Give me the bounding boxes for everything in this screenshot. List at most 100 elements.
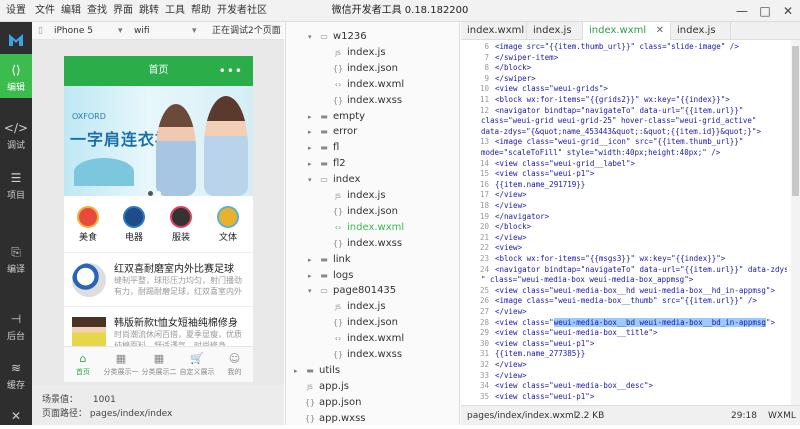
code-line[interactable]: {{item.name_277385}} [495,349,787,358]
code-line[interactable]: {{item.name_291719}} [495,180,787,189]
menu-interface[interactable]: 界面 [113,0,133,22]
path-label: 页面路径： [42,409,88,419]
code-line[interactable]: data-zdys="{&quot;name_453443&quot;:&quo… [481,127,773,136]
menu-find[interactable]: 查找 [87,0,107,22]
code-line[interactable]: <image class="weui-media-box__thumb" src… [495,296,787,305]
code-line[interactable]: <view class="weui-p1"> [495,169,787,178]
code-line[interactable]: </view> [495,201,787,210]
sidebar-item-debug[interactable]: </> 调试 [0,112,32,156]
code-line[interactable]: </block> [495,222,787,231]
code-line[interactable]: <image class="weui-grid__icon" src="{{it… [495,137,787,146]
close-window-button[interactable]: ✕ [777,0,799,22]
line-number: 28 [479,317,489,327]
code-line[interactable]: <view class="weui-media-box__bd weui-med… [495,317,787,327]
menu-settings[interactable]: 设置 [6,0,26,22]
editor-scrollbar[interactable] [791,40,800,405]
file-name: index.js [347,46,386,58]
sidebar-item-label: 编译 [6,265,25,275]
minimize-button[interactable]: — [731,0,753,22]
user-icon: ☺ [228,352,241,365]
code-line[interactable]: </block> [495,63,787,72]
swiper-banner[interactable]: OXFORD 一字肩连衣裙 [64,86,253,196]
tab-index-js-2[interactable]: index.js [671,22,731,40]
code-line[interactable]: <image src="{{item.thumb_url}}" class="s… [495,42,787,51]
code-line[interactable]: </navigator> [495,212,787,221]
line-number: 13 [479,137,489,147]
tab-home[interactable]: ⌂ 首页 [64,351,102,377]
code-line[interactable]: <navigator bindtap="navigateTo" data-url… [495,106,787,115]
menu-help[interactable]: 帮助 [191,0,211,22]
angle-brackets-icon: </> [3,121,29,135]
code-line[interactable]: <view class="weui-media-box__title"> [495,328,787,337]
menu-tools[interactable]: 工具 [165,0,185,22]
code-line[interactable]: <block wx:for-items="{{grids2}}" wx:key=… [495,95,787,104]
tab-index-wxml-2[interactable]: index.wxml ✕ [583,22,671,40]
maximize-button[interactable]: □ [754,0,776,22]
code-line[interactable]: </view> [495,190,787,199]
code-editor[interactable]: 6 <image src="{{item.thumb_url}}" class=… [461,40,800,405]
file-name: index.js [347,190,386,201]
tab-mine[interactable]: ☺ 我的 [216,351,253,377]
device-select[interactable]: iPhone 5 [54,22,93,40]
code-line[interactable]: <view class="weui-grids"> [495,84,787,93]
clothing-icon [170,206,192,228]
file-name: empty [333,110,366,122]
status-cursor: 29:18 [731,411,757,421]
sidebar-item-edit[interactable]: ⟨⟩ 编辑 [0,54,32,98]
code-line[interactable]: </swiper-item> [495,53,787,62]
code-line[interactable]: <view class="weui-media-box__desc"> [495,381,787,390]
grid-item-clothing[interactable]: 服装 [159,206,203,243]
tab-index-js-1[interactable]: index.js [527,22,583,40]
menu-file[interactable]: 文件 [35,0,55,22]
list-item-title: 红双喜耐磨室内外比赛足球 [114,264,234,275]
sidebar-item-cache[interactable]: ≋ 缓存 [0,352,32,396]
code-line[interactable]: <view class="weui-p1"> [495,339,787,348]
sidebar-item-compile[interactable]: ⎘ 编译 [0,236,32,280]
code-line[interactable]: </view> [495,371,787,380]
phone-screen: 首页 ••• OXFORD 一字肩连衣裙 美食 电器 服装 文体 红双喜耐磨室内… [64,56,253,382]
grid-item-appliance[interactable]: 电器 [112,206,156,243]
code-line[interactable]: </view> [495,307,787,316]
sidebar-close-button[interactable]: ✕ [0,404,32,424]
close-icon[interactable]: ✕ [656,22,664,40]
line-number: 35 [479,391,489,401]
grid-item-food[interactable]: 美食 [66,206,110,243]
code-line[interactable]: " class="weui-media-box weui-media-box_a… [481,275,773,284]
more-menu-button[interactable]: ••• [219,56,243,86]
code-line[interactable]: </view> [495,233,787,242]
debug-pages-select[interactable]: 正在调试2个页面 [212,22,281,40]
list-item[interactable]: 红双喜耐磨室内外比赛足球 缝制平整，球形压力均匀，射门播劲有力，耐踢耐磨足球，红… [64,252,253,306]
code-line[interactable]: </view> [495,360,787,369]
tab-bar: ⌂ 首页 ▦ 分类展示一 ▦ 分类展示二 🛒 自定义展示 ☺ 我的 [64,346,253,382]
code-line[interactable]: <view class="weui-grid__label"> [495,159,787,168]
network-select[interactable]: wifi [134,22,150,40]
code-line[interactable]: <view class="weui-media-box__hd weui-med… [495,286,787,295]
scrollbar-thumb[interactable] [792,46,799,196]
menu-dev-community[interactable]: 开发者社区 [217,0,267,22]
tab-category-2[interactable]: ▦ 分类展示二 [140,351,178,377]
tab-category-1[interactable]: ▦ 分类展示一 [102,351,140,377]
grid-icon: ▦ [153,352,165,365]
sidebar-item-background[interactable]: ⊣ 后台 [0,303,32,347]
code-line[interactable]: mode="scaleToFill" style="width:40px;hei… [481,148,773,157]
tab-custom[interactable]: 🛒 自定义展示 [178,351,216,377]
file-name: utils [319,364,341,376]
code-line[interactable]: <view> [495,243,787,252]
code-line[interactable]: </swiper> [495,74,787,83]
file-name: index.json [347,62,398,74]
code-line[interactable]: <navigator bindtap="navigateTo" data-url… [495,265,787,274]
grid-item-label: 美食 [78,233,97,243]
code-line[interactable]: class="weui-grid weui-grid-25" hover-cla… [481,116,773,125]
menu-goto[interactable]: 跳转 [139,0,159,22]
grid-item-sports[interactable]: 文体 [206,206,250,243]
line-number: 6 [484,42,489,51]
file-name: w1236 [333,31,367,42]
file-tree-row[interactable]: {} app.wxss [286,408,461,429]
scene-label: 场景值： [42,395,79,405]
sidebar-item-project[interactable]: ☰ 项目 [0,162,32,206]
code-line[interactable]: <view class="weui-p1"> [495,392,787,401]
menu-edit[interactable]: 编辑 [61,0,81,22]
menu-lines-icon: ☰ [10,171,22,185]
tab-index-wxml-1[interactable]: index.wxml [461,22,527,40]
code-line[interactable]: <block wx:for-items="{{msgs3}}" wx:key="… [495,254,787,263]
